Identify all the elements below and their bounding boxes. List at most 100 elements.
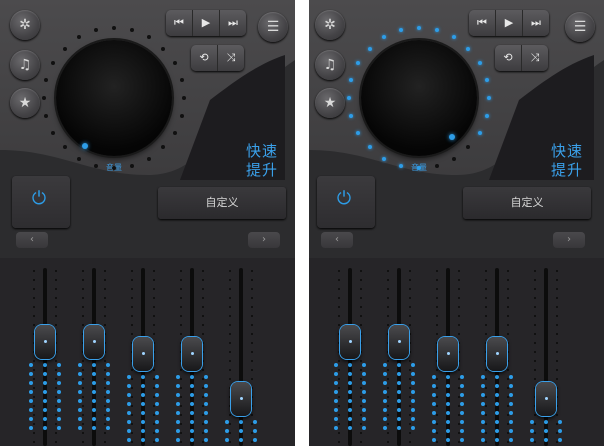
level-dot (29, 426, 33, 430)
tick-dot (360, 360, 362, 362)
tick-dot (180, 441, 182, 443)
tick-dot (55, 279, 57, 281)
star-icon[interactable]: ★ (10, 88, 40, 118)
prev-page-button[interactable]: ‹ (321, 232, 353, 248)
next-button[interactable]: ⏭ (523, 10, 549, 36)
music-icon[interactable]: ♫ (315, 50, 345, 80)
star-icon[interactable]: ★ (315, 88, 345, 118)
ring-dot (93, 163, 98, 168)
slider-handle[interactable] (487, 337, 507, 371)
slider-handle[interactable] (133, 337, 153, 371)
level-dot (348, 390, 352, 394)
music-icon[interactable]: ♫ (10, 50, 40, 80)
eq-slider[interactable] (25, 258, 65, 446)
slider-handle[interactable] (536, 382, 556, 416)
level-dot (509, 393, 513, 397)
slider-handle[interactable] (340, 325, 360, 359)
tick-dot (360, 396, 362, 398)
fast-up-button[interactable]: 快速 提升 (485, 60, 591, 180)
eq-slider[interactable] (172, 258, 212, 446)
tick-dot (55, 333, 57, 335)
play-button[interactable]: ▶ (496, 10, 523, 36)
level-dot (141, 393, 145, 397)
eq-slider[interactable] (74, 258, 114, 446)
custom-button[interactable]: 自定义 (158, 187, 286, 219)
power-button[interactable]: ⏻ (317, 176, 375, 228)
tick-dot (458, 342, 460, 344)
tick-dot (180, 387, 182, 389)
level-dot (558, 429, 562, 433)
fast-up-label: 快速 提升 (551, 142, 583, 180)
tick-dot (436, 378, 438, 380)
tick-dot (436, 405, 438, 407)
next-page-button[interactable]: › (248, 232, 280, 248)
level-dot (106, 426, 110, 430)
ring-dot (382, 156, 386, 161)
eq-slider[interactable] (123, 258, 163, 446)
volume-knob[interactable] (56, 40, 172, 156)
eq-slider[interactable] (379, 258, 419, 446)
play-button[interactable]: ▶ (193, 10, 220, 36)
tick-dot (360, 270, 362, 272)
fast-up-label: 快速 提升 (246, 142, 278, 180)
slider-handle[interactable] (231, 382, 251, 416)
level-dot (362, 417, 366, 421)
level-dot (204, 393, 208, 397)
custom-button[interactable]: 自定义 (463, 187, 591, 219)
tick-dot (409, 441, 411, 443)
tick-dot (387, 396, 389, 398)
level-dot (509, 402, 513, 406)
slider-handle[interactable] (84, 325, 104, 359)
tick-dot (153, 306, 155, 308)
tick-dot (534, 342, 536, 344)
eq-slider[interactable] (330, 258, 370, 446)
next-button[interactable]: ⏭ (220, 10, 246, 36)
slider-handle[interactable] (389, 325, 409, 359)
level-dot (225, 429, 229, 433)
previous-button[interactable]: ⏮ (469, 10, 496, 36)
list-icon[interactable]: ☰ (258, 12, 288, 42)
volume-marker[interactable] (82, 143, 88, 149)
tick-dot (534, 369, 536, 371)
level-dot (432, 375, 436, 379)
previous-button[interactable]: ⏮ (166, 10, 193, 36)
slider-handle[interactable] (35, 325, 55, 359)
share-icon[interactable]: ✲ (315, 10, 345, 40)
level-dot (176, 420, 180, 424)
slider-handle[interactable] (182, 337, 202, 371)
tick-dot (556, 351, 558, 353)
eq-slider[interactable] (221, 258, 261, 446)
tick-dot (55, 441, 57, 443)
level-dot (155, 429, 159, 433)
level-dot (558, 420, 562, 424)
tick-dot (507, 306, 509, 308)
tick-dot (33, 378, 35, 380)
prev-page-button[interactable]: ‹ (16, 232, 48, 248)
ring-dot (172, 61, 177, 65)
tick-dot (202, 279, 204, 281)
share-icon[interactable]: ✲ (10, 10, 40, 40)
level-dot (57, 372, 61, 376)
power-button[interactable]: ⏻ (12, 176, 70, 228)
level-dot (334, 372, 338, 376)
tick-dot (55, 315, 57, 317)
tick-dot (251, 270, 253, 272)
eq-slider[interactable] (526, 258, 566, 446)
level-dot (383, 399, 387, 403)
tick-dot (202, 288, 204, 290)
level-dot (92, 417, 96, 421)
eq-slider[interactable] (428, 258, 468, 446)
eq-slider[interactable] (477, 258, 517, 446)
level-dot (460, 393, 464, 397)
tick-dot (229, 369, 231, 371)
next-page-button[interactable]: › (553, 232, 585, 248)
volume-knob[interactable] (361, 40, 477, 156)
volume-marker[interactable] (449, 134, 455, 140)
level-dot (495, 429, 499, 433)
level-dot (225, 438, 229, 442)
fast-up-button[interactable]: 快速 提升 (180, 60, 286, 180)
list-icon[interactable]: ☰ (565, 12, 595, 42)
tick-dot (251, 396, 253, 398)
slider-handle[interactable] (438, 337, 458, 371)
tick-dot (534, 324, 536, 326)
